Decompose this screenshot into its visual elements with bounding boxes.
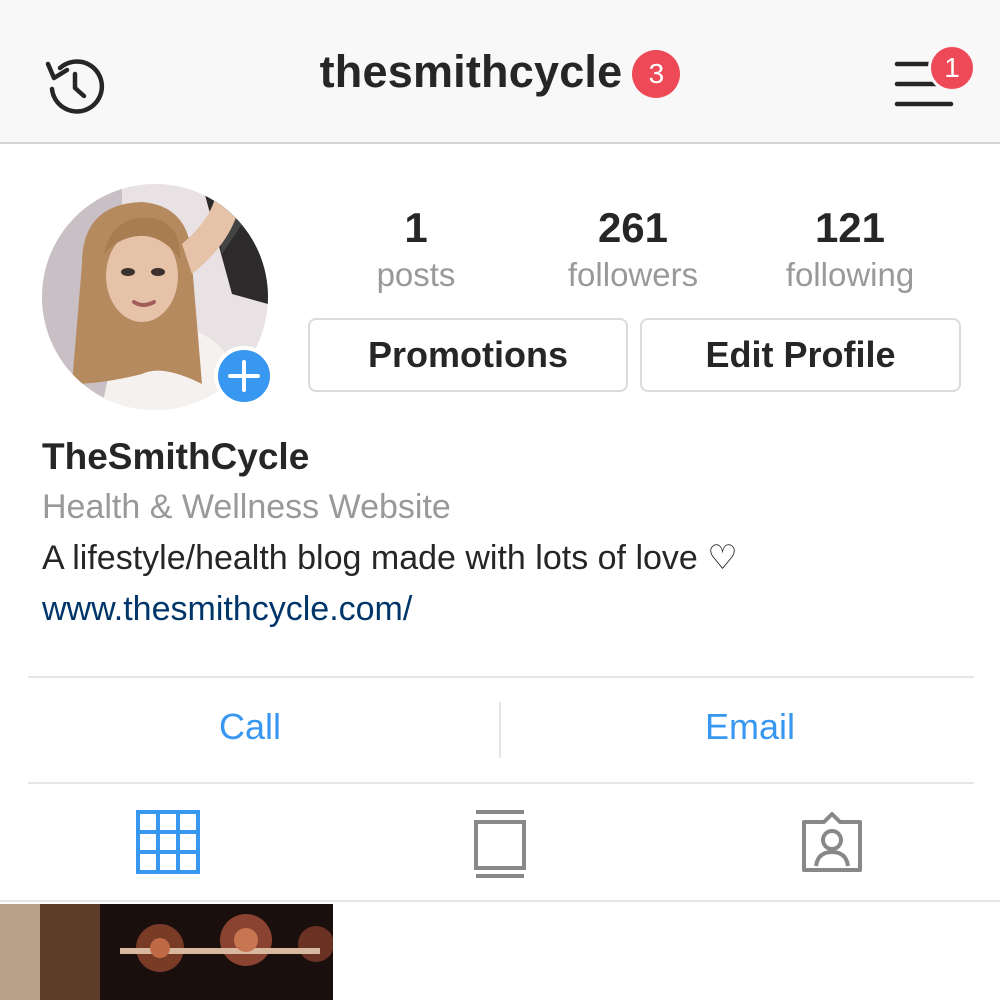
post-photo (0, 904, 333, 1000)
followers-label: followers (567, 256, 699, 293)
following-label: following (785, 256, 915, 293)
tab-feed[interactable] (464, 806, 536, 878)
profile-title: thesmithcycle 3 (0, 0, 1000, 144)
grid-icon (136, 810, 200, 874)
history-button[interactable] (40, 52, 110, 122)
posts-stat[interactable]: 1 posts (316, 200, 516, 294)
post-thumbnail[interactable] (0, 904, 333, 1000)
divider (28, 782, 974, 784)
promotions-button[interactable]: Promotions (308, 318, 628, 392)
menu-notification-badge: 1 (928, 44, 976, 92)
followers-stat[interactable]: 261 followers (533, 200, 733, 294)
followers-count: 261 (597, 204, 669, 251)
history-clock-icon (45, 59, 105, 114)
following-stat[interactable]: 121 following (750, 200, 950, 294)
tab-grid[interactable] (132, 806, 204, 878)
profile-category: Health & Wellness Website (42, 488, 451, 526)
profile-display-name: TheSmithCycle (42, 436, 310, 477)
profile-bio-text: A lifestyle/health blog made with lots o… (42, 539, 738, 577)
posts-count: 1 (404, 204, 428, 251)
posts-label: posts (376, 256, 456, 293)
tagged-photos-icon (802, 812, 862, 872)
top-nav-bar: thesmithcycle 3 1 (0, 0, 1000, 144)
call-button[interactable]: Call (100, 706, 400, 748)
contact-separator (499, 702, 501, 758)
plus-icon (228, 360, 260, 392)
edit-profile-button[interactable]: Edit Profile (640, 318, 961, 392)
username-title[interactable]: thesmithcycle (320, 46, 623, 98)
account-notification-badge: 3 (632, 50, 681, 98)
email-button[interactable]: Email (600, 706, 900, 748)
divider (28, 676, 974, 678)
divider (0, 900, 1000, 902)
add-story-button[interactable] (214, 346, 274, 406)
feed-list-icon (474, 810, 526, 878)
profile-website-link[interactable]: www.thesmithcycle.com/ (42, 590, 412, 629)
following-count: 121 (814, 204, 886, 251)
tab-tagged[interactable] (796, 806, 868, 878)
